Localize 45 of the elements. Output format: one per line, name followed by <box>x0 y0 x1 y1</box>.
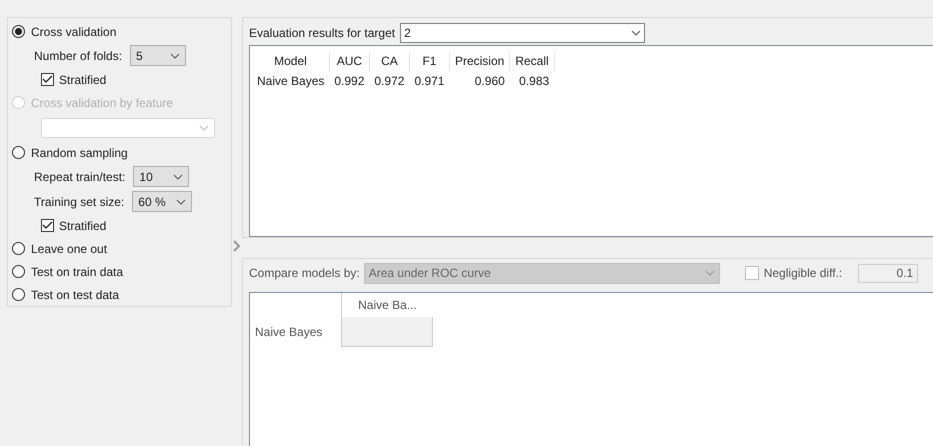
chevron-down-icon <box>176 198 186 204</box>
column-header[interactable]: F1 <box>409 51 450 71</box>
target-dropdown[interactable]: 2 <box>400 23 646 43</box>
radio-button[interactable] <box>12 265 25 278</box>
dropdown[interactable]: 60 % <box>132 191 192 212</box>
option-label: Training set size: <box>34 194 124 210</box>
checkbox[interactable]: Stratified <box>41 214 106 237</box>
dropdown[interactable]: 10 <box>133 166 190 187</box>
table-cell: 0.960 <box>449 71 510 91</box>
option-label: Repeat train/test: <box>34 168 126 186</box>
radio-button[interactable] <box>12 25 25 38</box>
option-label: Number of folds: <box>34 48 122 64</box>
radio-button[interactable] <box>12 288 25 301</box>
radio-label[interactable]: Test on train data <box>31 262 124 280</box>
column-header[interactable]: Precision <box>449 51 510 71</box>
table-cell: 0.972 <box>369 71 410 91</box>
chevron-down-icon <box>170 52 180 58</box>
radio-label[interactable]: Cross validation <box>31 22 116 40</box>
compare-dropdown[interactable]: Area under ROC curve <box>364 262 720 284</box>
table-cell: 0.971 <box>409 71 450 91</box>
radio-button[interactable] <box>12 242 25 255</box>
column-header[interactable]: Recall <box>510 51 554 71</box>
chevron-down-icon <box>199 124 209 130</box>
radio-button[interactable] <box>12 146 25 159</box>
checkbox[interactable]: Stratified <box>41 68 106 91</box>
compare-label: Compare models by: <box>249 265 360 282</box>
negligible-checkbox[interactable]: Negligible diff.: <box>744 264 842 282</box>
column-header[interactable]: AUC <box>329 51 370 71</box>
check-icon <box>42 75 53 84</box>
check-icon <box>42 221 53 230</box>
target-label: Evaluation results for target <box>249 25 396 42</box>
row-header: Naive Bayes <box>254 324 324 341</box>
negligible-field[interactable]: 0.1 <box>858 264 918 282</box>
chevron-down-icon <box>631 30 642 36</box>
radio-label[interactable]: Test on test data <box>31 286 120 304</box>
table-cell: 0.992 <box>329 71 370 91</box>
radio-label[interactable]: Leave one out <box>31 240 108 258</box>
column-header[interactable]: CA <box>369 51 410 71</box>
table-cell: 0.983 <box>510 71 554 91</box>
chevron-down-icon <box>173 174 184 180</box>
column-header[interactable]: Model <box>252 51 330 71</box>
table-cell: Naive Bayes <box>252 71 330 91</box>
chevron-down-icon <box>704 270 715 276</box>
radio-label[interactable]: Random sampling <box>31 144 128 162</box>
dropdown[interactable]: 5 <box>130 45 186 66</box>
